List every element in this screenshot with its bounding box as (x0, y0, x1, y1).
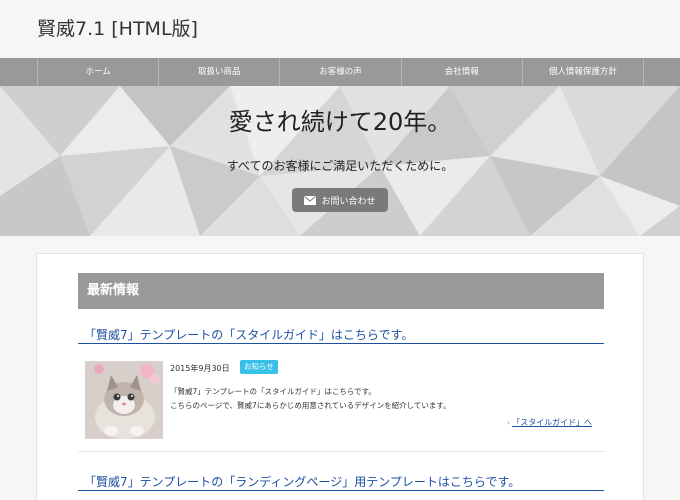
nav-item-home[interactable]: ホーム (38, 58, 160, 86)
read-more-label: 「スタイルガイド」へ (512, 418, 592, 427)
post-divider (78, 451, 604, 452)
news-heading: 最新情報 (78, 273, 604, 309)
nav-item-products[interactable]: 取扱い商品 (159, 58, 281, 86)
site-header: 賢威7.1 [HTML版] (0, 0, 680, 58)
post-excerpt-line: 「賢威7」テンプレートの「スタイルガイド」はこちらです。 (170, 387, 376, 396)
main-content: 最新情報 「賢威7」テンプレートの「スタイルガイド」はこちらです。 2015年9… (36, 253, 644, 500)
post-excerpt-line: こちらのページで、賢威7にあらかじめ用意されているデザインを紹介しています。 (170, 401, 451, 410)
hero-subtitle: すべてのお客様にご満足いただくために。 (226, 159, 454, 173)
post-title-underline (78, 343, 604, 344)
mail-icon (304, 195, 317, 205)
contact-button[interactable]: お問い合わせ (292, 188, 388, 212)
hero-banner: 愛され続けて20年。 すべてのお客様にご満足いただくために。 お問い合わせ (0, 86, 680, 236)
hero-title: 愛され続けて20年。 (228, 108, 452, 136)
post-title-link[interactable]: 「賢威7」テンプレートの「スタイルガイド」はこちらです。 (84, 326, 413, 343)
nav-item-privacy[interactable]: 個人情報保護方針 (523, 58, 645, 86)
post-title-link[interactable]: 「賢威7」テンプレートの「ランディングページ」用テンプレートはこちらです。 (84, 473, 520, 490)
contact-button-label: お問い合わせ (321, 196, 376, 207)
post-thumbnail-kitten[interactable] (85, 361, 163, 439)
post-title-underline (78, 490, 604, 491)
global-nav: ホーム 取扱い商品 お客様の声 会社情報 個人情報保護方針 (0, 58, 680, 86)
read-more-link[interactable]: › 「スタイルガイド」へ (507, 417, 592, 428)
site-title[interactable]: 賢威7.1 [HTML版] (37, 14, 198, 41)
category-badge[interactable]: お知らせ (240, 360, 278, 374)
nav-item-voices[interactable]: お客様の声 (280, 58, 402, 86)
chevron-right-icon: › (507, 418, 511, 427)
post-date: 2015年9月30日 (170, 364, 230, 373)
nav-item-company[interactable]: 会社情報 (402, 58, 523, 86)
